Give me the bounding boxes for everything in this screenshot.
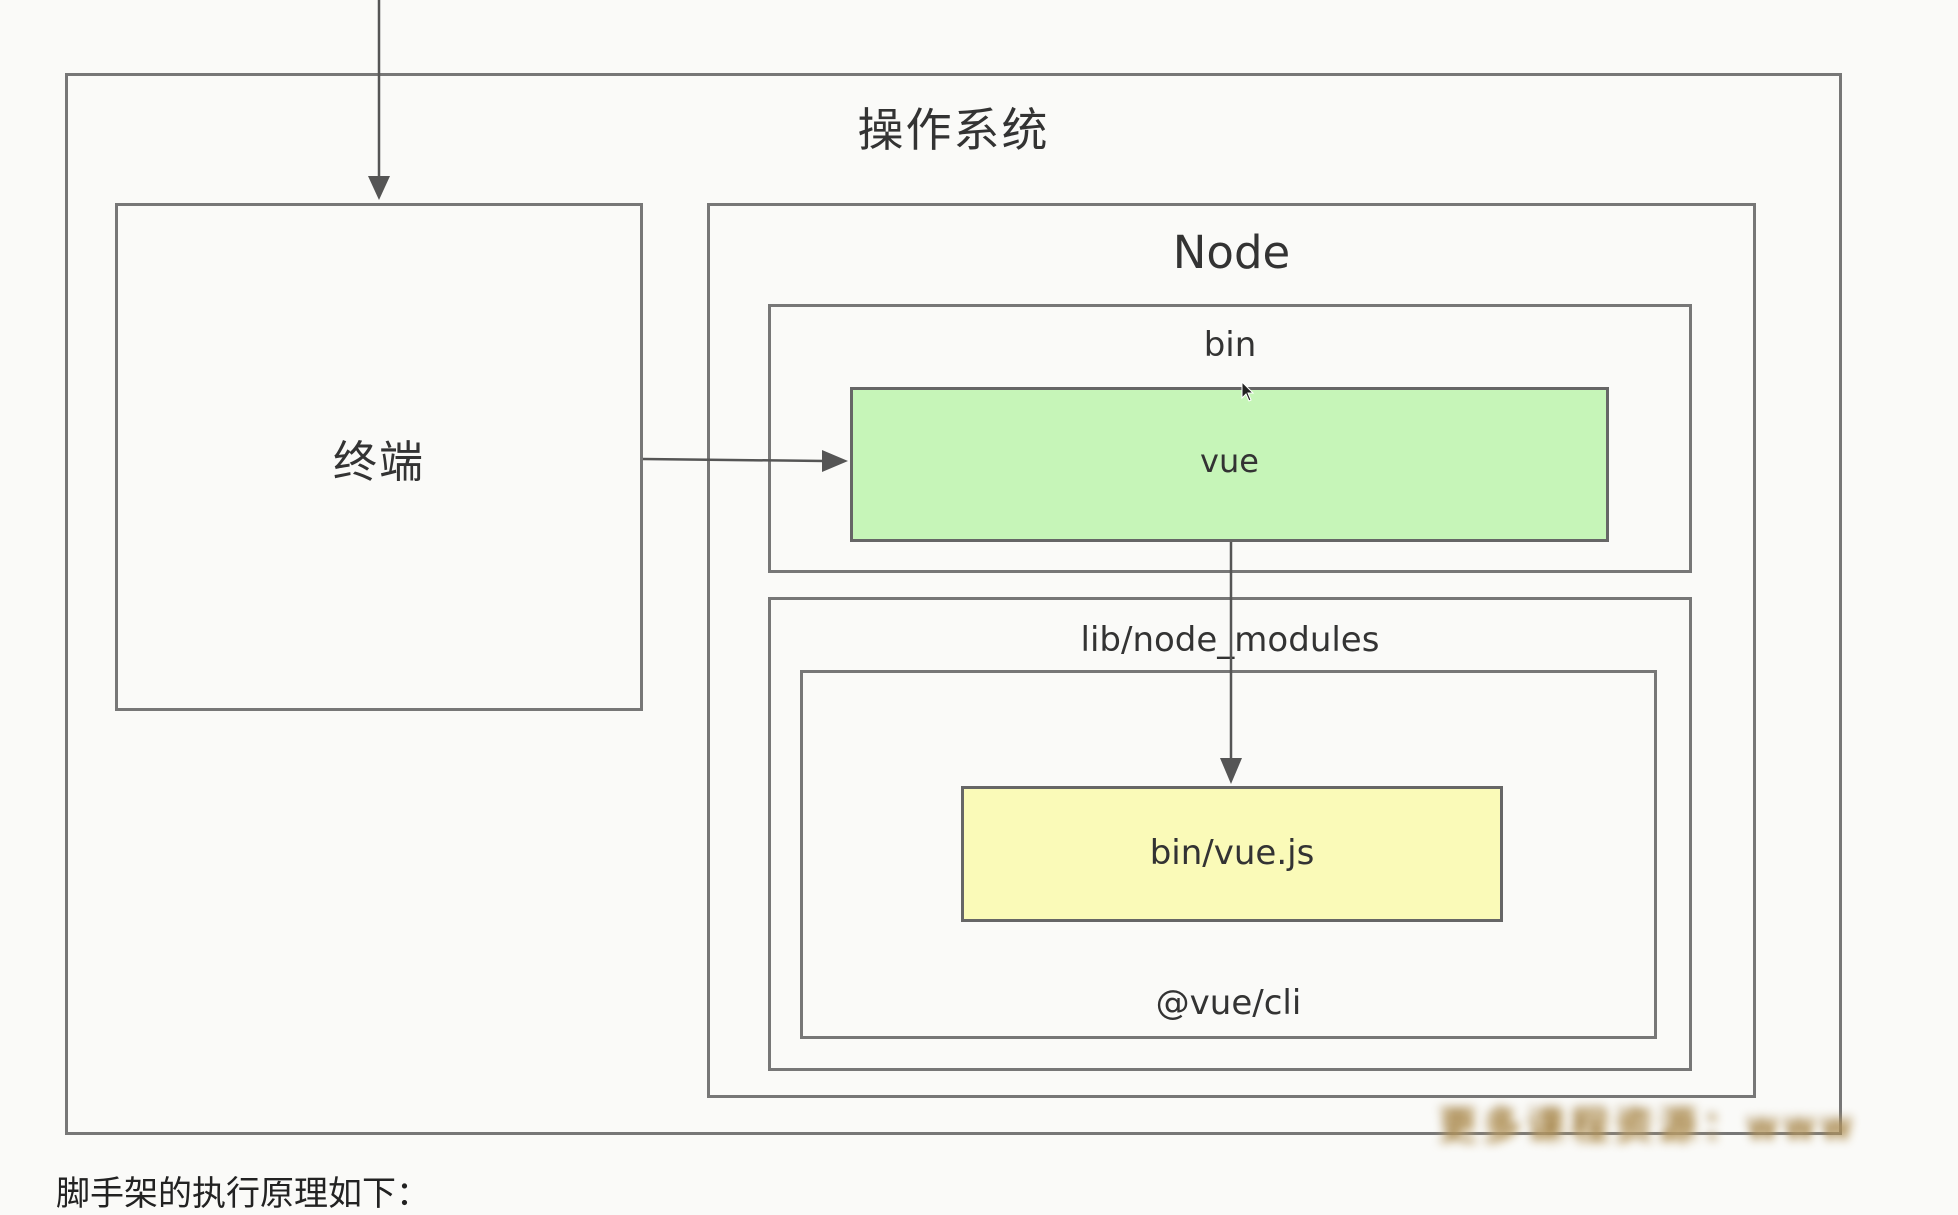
arrows-layer	[368, 0, 1242, 784]
arrow-vue-to-vuejs	[1220, 542, 1242, 784]
caption-text: 脚手架的执行原理如下：	[56, 1174, 430, 1214]
arrow-terminal-to-vue	[642, 450, 848, 472]
mouse-pointer-icon	[1241, 381, 1255, 402]
watermark: 更多课程资源：www	[1438, 1100, 1918, 1150]
arrow-into-terminal	[368, 0, 390, 200]
watermark-text: 更多课程资源：www	[1438, 1103, 1858, 1147]
